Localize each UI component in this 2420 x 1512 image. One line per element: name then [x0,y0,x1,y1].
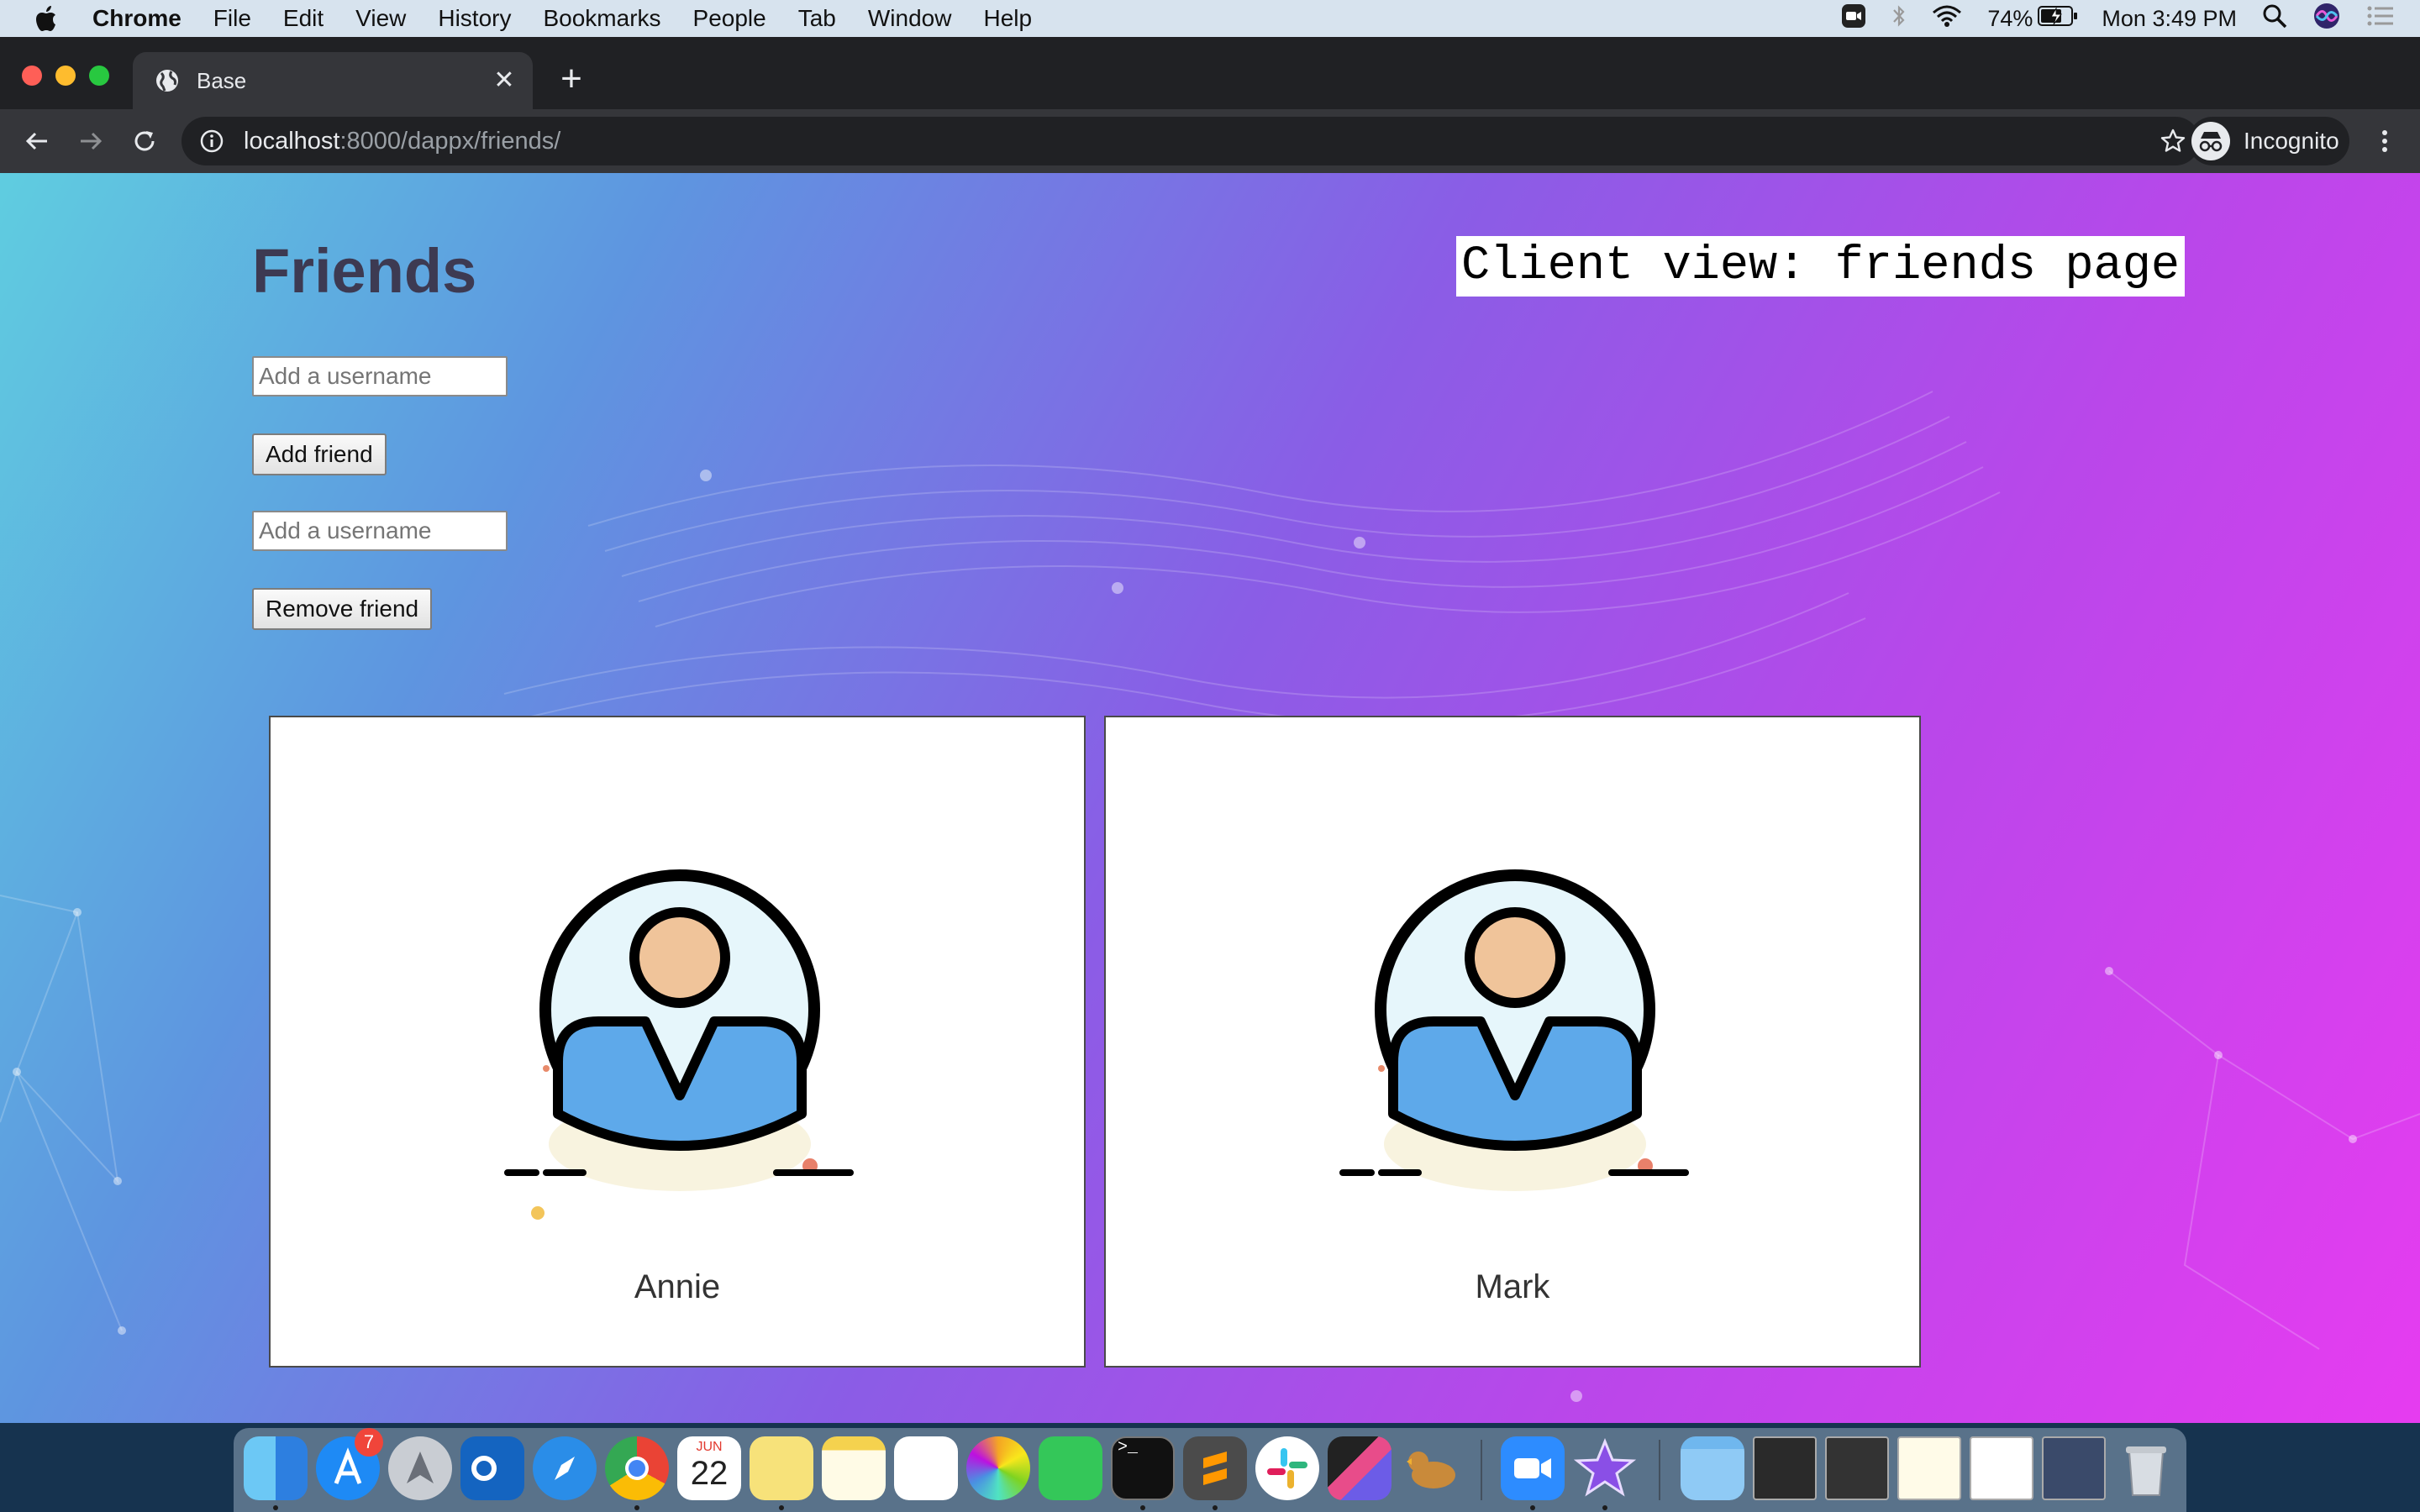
incognito-button[interactable]: Incognito [2188,117,2349,165]
folder-icon[interactable] [1681,1436,1744,1500]
sublime-text-icon[interactable] [1183,1436,1247,1500]
globe-icon [155,68,180,93]
reload-button[interactable] [124,121,165,161]
running-indicator [634,1505,639,1510]
dock-separator [1481,1440,1482,1500]
browser-tab-base[interactable]: Base ✕ [133,52,533,109]
battery-percent: 74% [1987,5,2033,31]
spotlight-search-icon[interactable] [2262,3,2287,34]
dock-separator [1659,1440,1660,1500]
notes-icon[interactable] [822,1436,886,1500]
imovie-icon[interactable] [1573,1436,1637,1500]
trash-icon[interactable] [2114,1436,2178,1500]
photos-icon[interactable] [966,1436,1030,1500]
friend-card[interactable]: Mark [1104,716,1921,1368]
incognito-icon [2191,122,2230,160]
chrome-menu-icon[interactable] [2368,121,2402,161]
page-title: Friends [252,236,477,306]
menu-view[interactable]: View [355,5,406,32]
bookmark-star-icon[interactable] [2160,128,2186,155]
add-friend-button[interactable]: Add friend [252,433,387,475]
calendar-day: 22 [690,1455,729,1492]
add-username-input[interactable] [252,356,508,396]
friend-name: Mark [1475,1268,1550,1305]
user-avatar-icon [504,869,854,1220]
reminders-icon[interactable] [894,1436,958,1500]
remove-friend-button[interactable]: Remove friend [252,588,433,630]
notification-center-icon[interactable] [2366,4,2395,34]
chrome-icon[interactable] [605,1436,669,1500]
address-bar[interactable]: localhost:8000/dappx/friends/ [182,117,2200,165]
final-cut-pro-icon[interactable] [1328,1436,1392,1500]
outlook-icon[interactable] [460,1436,524,1500]
running-indicator [273,1505,278,1510]
minimized-window-icon[interactable] [1825,1436,1889,1500]
menu-people[interactable]: People [693,5,766,32]
bluetooth-icon[interactable] [1891,3,1907,34]
browser-tab-strip: Base ✕ + [0,37,2420,109]
minimized-window-icon[interactable] [1753,1436,1817,1500]
siri-icon[interactable] [2312,2,2341,36]
app-store-badge: 7 [355,1428,383,1457]
incognito-label: Incognito [2244,128,2339,154]
url-text[interactable]: localhost:8000/dappx/friends/ [244,128,560,155]
dock: JUN 22 >_ [234,1428,2186,1512]
tab-title: Base [197,67,247,93]
page-viewport: Friends Client view: friends page Add fr… [0,173,2420,1423]
zoom-window-button[interactable] [89,66,109,86]
launchpad-icon[interactable] [388,1436,452,1500]
menu-help[interactable]: Help [983,5,1032,32]
menu-history[interactable]: History [438,5,511,32]
forward-button[interactable] [71,121,111,161]
tab-close-icon[interactable]: ✕ [491,67,518,94]
apple-icon[interactable] [30,2,64,35]
running-indicator [1530,1505,1535,1510]
clock[interactable]: Mon 3:49 PM [2102,6,2237,32]
site-info-icon[interactable] [198,128,225,155]
menu-file[interactable]: File [213,5,251,32]
calendar-icon[interactable]: JUN 22 [677,1436,741,1500]
battery-icon[interactable] [2038,5,2078,33]
terminal-icon[interactable]: >_ [1111,1436,1175,1500]
friend-card[interactable]: Annie [269,716,1086,1368]
browser-toolbar: localhost:8000/dappx/friends/ Incognito [0,109,2420,175]
safari-icon[interactable] [533,1436,597,1500]
minimize-window-button[interactable] [55,66,76,86]
minimized-window-icon[interactable] [2042,1436,2106,1500]
friend-name: Annie [634,1268,721,1305]
wifi-icon[interactable] [1932,4,1962,34]
running-indicator [1602,1505,1607,1510]
facetime-icon[interactable] [1039,1436,1102,1500]
calendar-month: JUN [696,1440,723,1454]
minimized-window-icon[interactable] [1970,1436,2033,1500]
running-indicator [1213,1505,1218,1510]
user-avatar-icon [1339,869,1689,1191]
menu-bar: Chrome File Edit View History Bookmarks … [0,0,2420,37]
menu-edit[interactable]: Edit [283,5,324,32]
cyberduck-icon[interactable] [1400,1436,1464,1500]
new-tab-button[interactable]: + [551,59,592,99]
zoom-icon[interactable] [1501,1436,1565,1500]
remove-username-input[interactable] [252,511,508,551]
stickies-icon[interactable] [750,1436,813,1500]
menu-bookmarks[interactable]: Bookmarks [543,5,660,32]
menu-app-name[interactable]: Chrome [92,5,182,32]
client-view-label: Client view: friends page [1456,236,2186,297]
minimized-window-icon[interactable] [1897,1436,1961,1500]
running-indicator [1140,1505,1145,1510]
zoom-status-icon[interactable] [1841,3,1866,34]
back-button[interactable] [17,121,57,161]
menu-window[interactable]: Window [868,5,952,32]
running-indicator [779,1505,784,1510]
finder-icon[interactable] [244,1436,308,1500]
menu-tab[interactable]: Tab [798,5,836,32]
slack-icon[interactable] [1255,1436,1319,1500]
close-window-button[interactable] [22,66,42,86]
